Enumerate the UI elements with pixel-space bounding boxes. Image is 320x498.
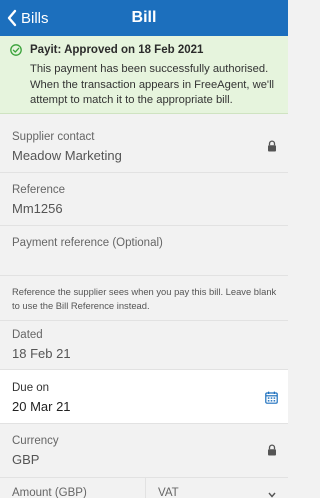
nav-bar: Bills Bill xyxy=(0,0,288,36)
dated-label: Dated xyxy=(12,329,43,341)
supplier-contact-field: Supplier contact Meadow Marketing xyxy=(0,115,288,173)
amount-field[interactable]: Amount (GBP) xyxy=(0,478,146,498)
due-on-value[interactable]: 20 Mar 21 xyxy=(12,399,71,414)
vat-label: VAT xyxy=(158,487,179,498)
dated-value[interactable]: 18 Feb 21 xyxy=(12,346,71,361)
currency-field: Currency GBP xyxy=(0,424,288,478)
chevron-left-icon xyxy=(7,9,17,27)
payment-reference-helper: Reference the supplier sees when you pay… xyxy=(0,276,288,321)
lock-icon xyxy=(268,444,276,456)
calendar-icon[interactable] xyxy=(265,391,278,404)
currency-value: GBP xyxy=(12,452,40,467)
reference-field[interactable]: Reference Mm1256 xyxy=(0,173,288,226)
payment-reference-field[interactable]: Payment reference (Optional) xyxy=(0,226,288,276)
lock-icon xyxy=(268,140,276,152)
chevron-down-icon xyxy=(268,492,276,498)
payment-reference-label: Payment reference (Optional) xyxy=(12,237,163,249)
check-circle-icon xyxy=(10,44,22,56)
reference-label: Reference xyxy=(12,184,66,196)
reference-value[interactable]: Mm1256 xyxy=(12,201,63,216)
due-on-label: Due on xyxy=(12,382,50,394)
supplier-contact-value: Meadow Marketing xyxy=(12,148,122,163)
banner-title: Payit: Approved on 18 Feb 2021 xyxy=(30,44,204,56)
back-button-label: Bills xyxy=(21,9,49,27)
dated-field[interactable]: Dated 18 Feb 21 xyxy=(0,321,288,370)
supplier-contact-label: Supplier contact xyxy=(12,131,95,143)
amount-label: Amount (GBP) xyxy=(12,487,87,498)
back-button[interactable]: Bills xyxy=(6,0,49,36)
currency-label: Currency xyxy=(12,435,59,447)
payment-reference-help-text: Reference the supplier sees when you pay… xyxy=(12,286,277,311)
vat-field[interactable]: VAT xyxy=(146,478,288,498)
banner-message: This payment has been successfully autho… xyxy=(30,63,275,106)
payment-status-banner: Payit: Approved on 18 Feb 2021 This paym… xyxy=(0,36,288,114)
due-on-field[interactable]: Due on 20 Mar 21 xyxy=(0,370,288,424)
